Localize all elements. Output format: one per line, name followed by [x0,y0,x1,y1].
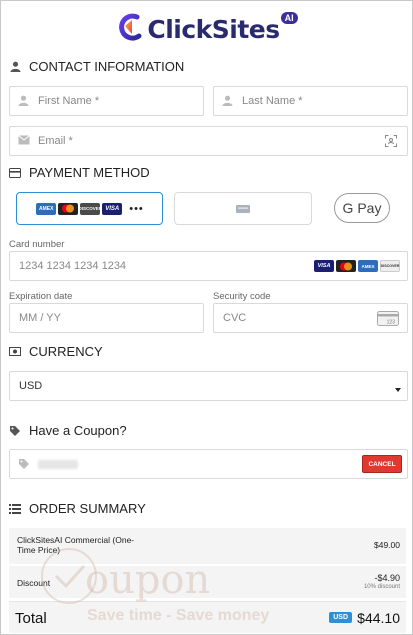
card-brands-strip: VISA AMEX DISCOVER [313,260,401,272]
first-name-placeholder: First Name * [38,95,100,107]
discover-card-icon: DISCOVER [380,260,400,272]
cvc-card-icon: 123 [377,311,399,329]
security-code-label: Security code [213,291,271,302]
user-icon [18,95,30,107]
tag-icon [9,425,21,437]
envelope-icon [18,135,30,147]
last-name-placeholder: Last Name * [242,95,303,107]
user-icon [9,61,21,73]
scan-icon[interactable] [385,135,397,150]
currency-select[interactable]: USD [9,371,408,401]
first-name-field[interactable]: First Name * [9,86,204,116]
credit-card-icon [9,167,21,179]
email-field[interactable]: Email * [9,126,408,156]
more-methods-dots: ••• [129,202,144,215]
watermark-word: oupon [85,557,211,603]
security-code-field[interactable]: CVC 123 [213,303,408,333]
contact-title-text: CONTACT INFORMATION [29,59,185,74]
contact-section-title: CONTACT INFORMATION [9,59,184,74]
brand-logo: ClickSites AI [1,7,412,47]
coupon-field[interactable]: CANCEL [9,449,408,479]
list-icon [9,503,21,515]
summary-title-text: ORDER SUMMARY [29,501,146,516]
caret-down-icon [395,383,401,395]
amex-card-icon: AMEX [36,202,57,215]
email-placeholder: Email * [38,135,73,147]
summary-total-value: $44.10 [357,610,400,626]
expiration-placeholder: MM / YY [19,312,61,324]
cvc-icon-text: 123 [387,320,396,326]
visa-card-icon: VISA [102,202,123,215]
currency-section-title: CURRENCY [9,344,103,359]
coupon-code-blurred [38,459,78,469]
payment-tab-card[interactable]: AMEX DISCOVER VISA ••• [16,192,163,225]
money-icon [9,346,21,358]
summary-discount-value: -$4.90 [374,573,400,583]
visa-card-icon: VISA [314,260,334,272]
user-icon [222,95,234,107]
card-number-label: Card number [9,239,65,250]
card-number-field[interactable]: 1234 1234 1234 1234 VISA AMEX DISCOVER [9,251,408,281]
summary-discount-note: 10% discount [363,584,400,590]
watermark-tagline: Save time - Save money [87,607,270,624]
security-code-placeholder: CVC [223,312,247,324]
cancel-coupon-button[interactable]: CANCEL [362,455,402,473]
brand-ai-badge: AI [280,12,298,24]
payment-section-title: PAYMENT METHOD [9,165,150,180]
payment-tab-bank[interactable] [174,192,312,225]
summary-total-label: Total [15,610,47,627]
brand-name: ClickSites [147,14,280,44]
mastercard-card-icon [336,260,356,272]
summary-item-price: $49.00 [374,540,400,550]
expiration-label: Expiration date [9,291,73,302]
payment-title-text: PAYMENT METHOD [29,165,150,180]
total-currency-badge: USD [329,612,352,623]
tag-icon [18,458,30,470]
last-name-field[interactable]: Last Name * [213,86,408,116]
coupon-section-title: Have a Coupon? [9,423,127,438]
gpay-label: G Pay [342,200,382,216]
card-number-placeholder: 1234 1234 1234 1234 [19,260,127,272]
google-pay-button[interactable]: G Pay [334,193,390,223]
expiration-field[interactable]: MM / YY [9,303,204,333]
mastercard-card-icon [58,202,79,215]
amex-card-icon: AMEX [358,260,378,272]
currency-title-text: CURRENCY [29,344,103,359]
bank-card-icon [236,200,250,218]
coupon-title-text: Have a Coupon? [29,423,127,438]
summary-section-title: ORDER SUMMARY [9,501,146,516]
brand-mark-icon [119,13,142,41]
discover-card-icon: DISCOVER [78,202,102,215]
currency-selected-value: USD [19,380,43,392]
